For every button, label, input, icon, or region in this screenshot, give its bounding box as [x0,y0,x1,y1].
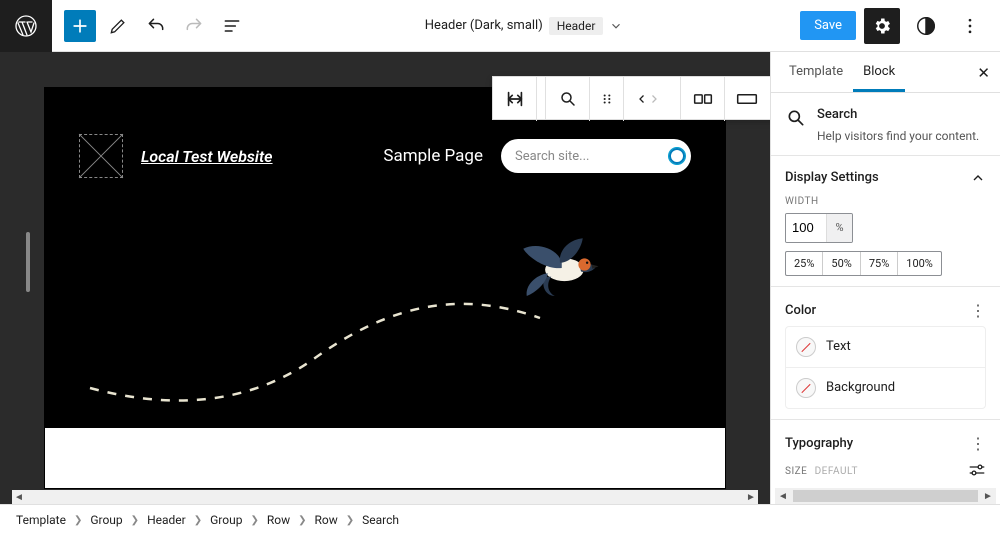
breadcrumb-item[interactable]: Row [314,513,337,527]
display-settings-toggle[interactable]: Display Settings [785,170,986,186]
site-logo-placeholder[interactable] [79,134,123,178]
site-title[interactable]: Local Test Website [141,147,273,166]
sliders-icon[interactable] [968,463,986,477]
search-placeholder-text: Search site... [515,149,589,164]
canvas-horizontal-scrollbar[interactable]: ◄ ► [12,490,758,504]
color-panel: Color ⋮ Text Background [771,287,1000,420]
move-buttons[interactable] [624,77,672,121]
block-description: Help visitors find your content. [817,128,979,145]
block-breadcrumb: Template❯ Group❯ Header❯ Group❯ Row❯ Row… [0,504,1000,535]
width-preset-100[interactable]: 100% [898,252,941,275]
block-type-button[interactable] [493,77,537,121]
document-type-chip: Header [549,17,604,35]
editor-canvas-area: Local Test Website Sample Page Search si… [0,52,770,504]
width-preset-50[interactable]: 50% [823,252,860,275]
top-toolbar: Header (Dark, small) Header Save [0,0,1000,52]
add-block-button[interactable] [64,10,96,42]
sidebar-horizontal-scrollbar[interactable]: ◄ ► [775,488,996,504]
scroll-right-arrow[interactable]: ► [744,492,758,503]
width-label: Width [785,196,986,207]
scroll-left-arrow[interactable]: ◄ [12,492,26,503]
settings-sidebar: Template Block ✕ Search Help visitors fi… [770,52,1000,504]
color-panel-header[interactable]: Color ⋮ [785,301,986,320]
color-row-background[interactable]: Background [786,368,985,408]
width-preset-row: 25% 50% 75% 100% [785,251,942,276]
breadcrumb-item[interactable]: Search [362,513,399,527]
width-preset-75[interactable]: 75% [861,252,898,275]
nav-link-sample-page[interactable]: Sample Page [383,146,483,166]
text-color-swatch [796,337,816,357]
typography-panel: Typography ⋮ Size Default [771,420,1000,482]
template-canvas[interactable]: Local Test Website Sample Page Search si… [45,88,725,488]
bird-trail-decoration [85,298,545,418]
wordpress-logo-button[interactable] [0,0,52,52]
sidebar-scroll-thumb[interactable] [793,490,978,502]
undo-button[interactable] [140,10,172,42]
sidebar-scroll-right[interactable]: ► [980,491,996,502]
sidebar-scroll-left[interactable]: ◄ [775,491,791,502]
typography-panel-header[interactable]: Typography ⋮ [785,434,986,453]
width-value-field[interactable] [786,214,826,242]
size-value: Default [815,466,858,477]
styles-button[interactable] [908,8,944,44]
save-button[interactable]: Save [800,11,856,40]
button-with-icon-button[interactable] [725,77,769,121]
options-menu-button[interactable] [952,8,988,44]
search-icon [785,107,807,129]
toggle-search-label-button[interactable] [546,77,590,121]
breadcrumb-item[interactable]: Row [267,513,290,527]
width-unit-selector[interactable]: % [826,214,852,242]
close-sidebar-button[interactable]: ✕ [977,64,990,82]
tab-block[interactable]: Block [853,52,905,92]
settings-button[interactable] [864,8,900,44]
width-preset-25[interactable]: 25% [786,252,823,275]
document-title: Header (Dark, small) [425,18,543,33]
resize-handle-left[interactable] [26,232,30,292]
block-summary-panel: Search Help visitors find your content. [771,93,1000,156]
chevron-down-icon [609,19,623,33]
breadcrumb-item[interactable]: Group [90,513,122,527]
search-selection-indicator [669,148,685,164]
background-color-swatch [796,378,816,398]
redo-button[interactable] [178,10,210,42]
edit-tool-icon[interactable] [102,10,134,42]
size-label: Size [785,466,807,477]
breadcrumb-item[interactable]: Header [147,513,186,527]
header-row: Local Test Website Sample Page Search si… [79,134,691,178]
sidebar-tabs: Template Block ✕ [771,52,1000,93]
width-input[interactable]: % [785,213,853,243]
display-settings-panel: Display Settings Width % 25% 50% 75% 100… [771,156,1000,287]
breadcrumb-item[interactable]: Group [210,513,242,527]
button-position-button[interactable] [681,77,725,121]
chevron-up-icon [970,170,986,186]
color-panel-options-icon[interactable]: ⋮ [970,301,986,320]
canvas-content-area [45,428,725,488]
search-block[interactable]: Search site... [501,139,691,173]
drag-handle[interactable] [590,77,624,121]
tab-template[interactable]: Template [779,52,853,92]
color-row-text[interactable]: Text [786,327,985,368]
breadcrumb-item[interactable]: Template [16,513,66,527]
document-title-area[interactable]: Header (Dark, small) Header [248,17,800,35]
block-title: Search [817,107,979,122]
list-view-button[interactable] [216,10,248,42]
bird-illustration [515,233,605,303]
typography-panel-options-icon[interactable]: ⋮ [970,434,986,453]
